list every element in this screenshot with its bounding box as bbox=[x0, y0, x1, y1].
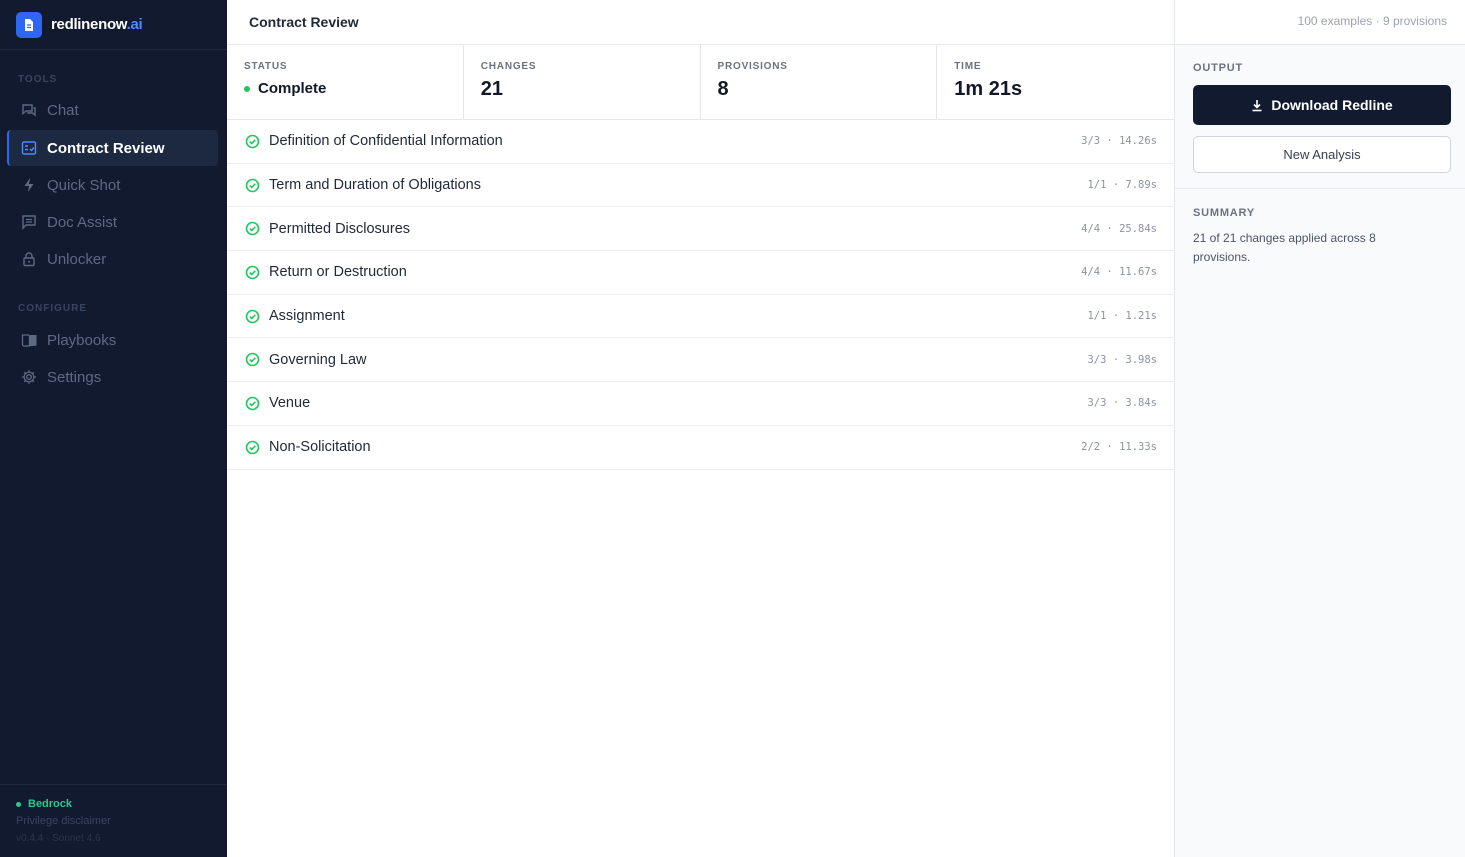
provision-row[interactable]: Non-Solicitation 2/2 · 11.33s bbox=[227, 426, 1174, 470]
version-label: v0.4.4 · Sonnet 4.6 bbox=[16, 833, 101, 844]
provision-meta: 1/1 · 7.89s bbox=[1087, 179, 1157, 192]
chat-icon bbox=[20, 101, 38, 119]
header-meta-area: 100 examples · 9 provisions bbox=[1175, 0, 1465, 45]
stats-bar: STATUS Complete CHANGES 21 PROVISIONS 8 … bbox=[227, 45, 1174, 120]
lock-icon bbox=[20, 250, 38, 268]
sidebar-item-settings[interactable]: Settings bbox=[7, 359, 218, 395]
changes-value: 21 bbox=[480, 78, 503, 100]
configure-section-title: CONFIGURE bbox=[18, 303, 87, 314]
check-circle-icon bbox=[245, 134, 260, 149]
sidebar-item-contract-review[interactable]: Contract Review bbox=[7, 130, 218, 166]
header-meta: 100 examples · 9 provisions bbox=[1297, 14, 1447, 28]
status-value: Complete bbox=[258, 80, 327, 97]
stat-changes: CHANGES 21 bbox=[464, 45, 701, 119]
provision-list: Definition of Confidential Information 3/… bbox=[227, 120, 1174, 470]
provision-name: Return or Destruction bbox=[269, 264, 407, 281]
privilege-disclaimer-link[interactable]: Privilege disclaimer bbox=[16, 815, 227, 827]
provision-name: Permitted Disclosures bbox=[269, 220, 411, 237]
sidebar-item-doc-assist[interactable]: Doc Assist bbox=[7, 204, 218, 240]
provision-meta: 1/1 · 1.21s bbox=[1087, 310, 1157, 323]
check-circle-icon bbox=[245, 309, 260, 324]
provision-meta: 2/2 · 11.33s bbox=[1081, 441, 1157, 454]
provision-name: Assignment bbox=[269, 308, 345, 325]
output-title: OUTPUT bbox=[1193, 62, 1244, 74]
provision-name: Governing Law bbox=[269, 351, 367, 368]
provision-meta: 4/4 · 11.67s bbox=[1081, 266, 1157, 279]
sidebar-item-label: Contract Review bbox=[47, 139, 165, 157]
check-circle-icon bbox=[245, 178, 260, 193]
stat-time: TIME 1m 21s bbox=[937, 45, 1174, 119]
book-icon bbox=[20, 331, 38, 349]
check-circle-icon bbox=[245, 265, 260, 280]
sidebar-item-label: Doc Assist bbox=[47, 213, 118, 231]
provision-meta: 3/3 · 3.98s bbox=[1087, 353, 1157, 366]
new-analysis-button[interactable]: New Analysis bbox=[1193, 136, 1451, 173]
sidebar-item-chat[interactable]: Chat bbox=[7, 92, 218, 128]
provision-row[interactable]: Definition of Confidential Information 3/… bbox=[227, 120, 1174, 164]
provision-row[interactable]: Permitted Disclosures 4/4 · 25.84s bbox=[227, 207, 1174, 252]
status-dot-icon bbox=[244, 85, 250, 92]
provision-meta: 3/3 · 14.26s bbox=[1081, 135, 1157, 148]
check-circle-icon bbox=[245, 396, 260, 411]
sidebar-item-label: Quick Shot bbox=[47, 176, 121, 194]
summary-section: SUMMARY 21 of 21 changes applied across … bbox=[1175, 189, 1465, 267]
provision-name: Term and Duration of Obligations bbox=[269, 177, 481, 194]
tools-section-title: TOOLS bbox=[18, 74, 58, 85]
provision-row[interactable]: Term and Duration of Obligations 1/1 · 7.… bbox=[227, 164, 1174, 208]
sidebar-item-playbooks[interactable]: Playbooks bbox=[7, 322, 218, 358]
provision-row[interactable]: Return or Destruction 4/4 · 11.67s bbox=[227, 251, 1174, 295]
summary-title: SUMMARY bbox=[1193, 207, 1256, 219]
sidebar-item-quick-shot[interactable]: Quick Shot bbox=[7, 167, 218, 203]
stat-provisions: PROVISIONS 8 bbox=[701, 45, 938, 119]
stat-status: STATUS Complete bbox=[227, 45, 464, 119]
provisions-value: 8 bbox=[717, 78, 729, 100]
brand-name: redlinenow.ai bbox=[51, 16, 143, 33]
check-circle-icon bbox=[245, 440, 260, 455]
summary-text: 21 of 21 changes applied across 8 provis… bbox=[1193, 231, 1376, 264]
page-title: Contract Review bbox=[249, 14, 359, 30]
download-redline-button[interactable]: Download Redline bbox=[1193, 85, 1451, 125]
sidebar-item-label: Unlocker bbox=[47, 250, 107, 268]
sidebar-item-label: Chat bbox=[47, 101, 79, 119]
topbar: Contract Review bbox=[227, 0, 1174, 45]
status-dot-icon bbox=[16, 801, 21, 807]
check-circle-icon bbox=[245, 352, 260, 367]
sidebar: redlinenow.ai TOOLS Chat Contract Review… bbox=[0, 0, 227, 857]
check-circle-icon bbox=[245, 221, 260, 236]
main-content: Contract Review STATUS Complete CHANGES … bbox=[227, 0, 1175, 857]
provision-name: Venue bbox=[269, 395, 311, 412]
download-icon bbox=[1251, 99, 1263, 112]
sidebar-item-label: Playbooks bbox=[47, 331, 117, 349]
provision-name: Definition of Confidential Information bbox=[269, 133, 503, 150]
provision-row[interactable]: Governing Law 3/3 · 3.98s bbox=[227, 338, 1174, 383]
connection-status: Bedrock bbox=[16, 798, 227, 810]
provision-name: Non-Solicitation bbox=[269, 439, 371, 456]
provision-meta: 4/4 · 25.84s bbox=[1081, 222, 1157, 235]
time-value: 1m 21s bbox=[954, 78, 1023, 100]
output-panel: OUTPUT Download Redline New Analysis SUM… bbox=[1175, 45, 1465, 857]
document-icon bbox=[16, 11, 42, 38]
output-section: OUTPUT Download Redline New Analysis bbox=[1175, 45, 1465, 189]
provision-row[interactable]: Assignment 1/1 · 1.21s bbox=[227, 295, 1174, 339]
brand[interactable]: redlinenow.ai bbox=[0, 0, 227, 50]
provision-row[interactable]: Venue 3/3 · 3.84s bbox=[227, 382, 1174, 426]
sidebar-footer: Bedrock Privilege disclaimer v0.4.4 · So… bbox=[0, 784, 227, 844]
sidebar-item-label: Settings bbox=[47, 368, 102, 386]
bolt-icon bbox=[20, 176, 38, 194]
sidebar-item-unlocker[interactable]: Unlocker bbox=[7, 241, 218, 277]
checklist-icon bbox=[20, 139, 38, 157]
provision-meta: 3/3 · 3.84s bbox=[1087, 397, 1157, 410]
comment-icon bbox=[20, 213, 38, 231]
gear-icon bbox=[20, 368, 38, 386]
